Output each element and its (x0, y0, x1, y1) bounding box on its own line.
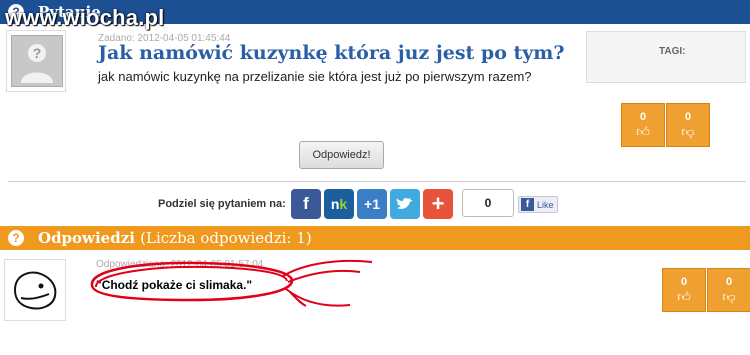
svg-text:?: ? (33, 45, 42, 61)
share-count: 0 (462, 189, 514, 217)
share-label: Podziel się pytaniem na: (158, 198, 286, 210)
answers-header-title: Odpowiedzi (Liczba odpowiedzi: 1) (38, 229, 312, 247)
question-title[interactable]: Jak namówić kuzynkę która juz jest po ty… (98, 42, 565, 64)
thumbs-down-icon: 👎︎ (722, 289, 736, 305)
watermark: www.wiocha.pl (5, 5, 165, 30)
tags-box: TAGI: (586, 31, 746, 83)
answer-avatar[interactable] (4, 259, 66, 321)
facebook-icon[interactable]: f (291, 189, 321, 219)
answers-count: (Liczba odpowiedzi: 1) (140, 229, 312, 247)
question-mark-icon: ? (8, 230, 24, 246)
answer-button[interactable]: Odpowiedz! (299, 141, 384, 169)
facebook-small-icon: f (521, 198, 534, 211)
vote-down-button[interactable]: 0 👎︎ (666, 103, 710, 147)
smiley-face-icon (13, 271, 57, 310)
default-avatar-icon: ? (11, 35, 63, 87)
twitter-icon[interactable] (390, 189, 420, 219)
add-icon[interactable]: + (423, 189, 453, 219)
nk-icon[interactable]: nk (324, 189, 354, 219)
vote-up-count: 0 (639, 110, 647, 123)
answers-header-bar: ? Odpowiedzi (Liczba odpowiedzi: 1) (0, 226, 750, 250)
answers-title: Odpowiedzi (38, 229, 135, 247)
thumbs-up-icon: 👍︎ (677, 289, 691, 305)
avatar[interactable]: ? (6, 30, 66, 92)
question-vote-box: 0 👍︎ 0 👎︎ (621, 103, 710, 147)
like-label: Like (537, 199, 554, 210)
vote-down-count: 0 (684, 110, 692, 123)
answer-vote-up-count: 0 (680, 275, 688, 288)
question-body: jak namówic kuzynkę na przelizanie sie k… (98, 69, 532, 84)
divider (8, 181, 746, 182)
answer-vote-box: 0 👍︎ 0 👎︎ (662, 268, 750, 312)
google-plus-icon[interactable]: +1 (357, 189, 387, 219)
answer-vote-up-button[interactable]: 0 👍︎ (662, 268, 706, 312)
answer-meta: Odpowiedziano: 2012-04-05 01:57:04 (96, 259, 264, 270)
answer-vote-down-count: 0 (725, 275, 733, 288)
vote-up-button[interactable]: 0 👍︎ (621, 103, 665, 147)
answer-vote-down-button[interactable]: 0 👎︎ (707, 268, 750, 312)
tags-label: TAGI: (659, 46, 686, 57)
facebook-like-button[interactable]: f Like (518, 196, 558, 213)
thumbs-down-icon: 👎︎ (681, 124, 695, 140)
thumbs-up-icon: 👍︎ (636, 124, 650, 140)
answer-text: "Chodź pokaże ci slimaka." (96, 278, 253, 292)
